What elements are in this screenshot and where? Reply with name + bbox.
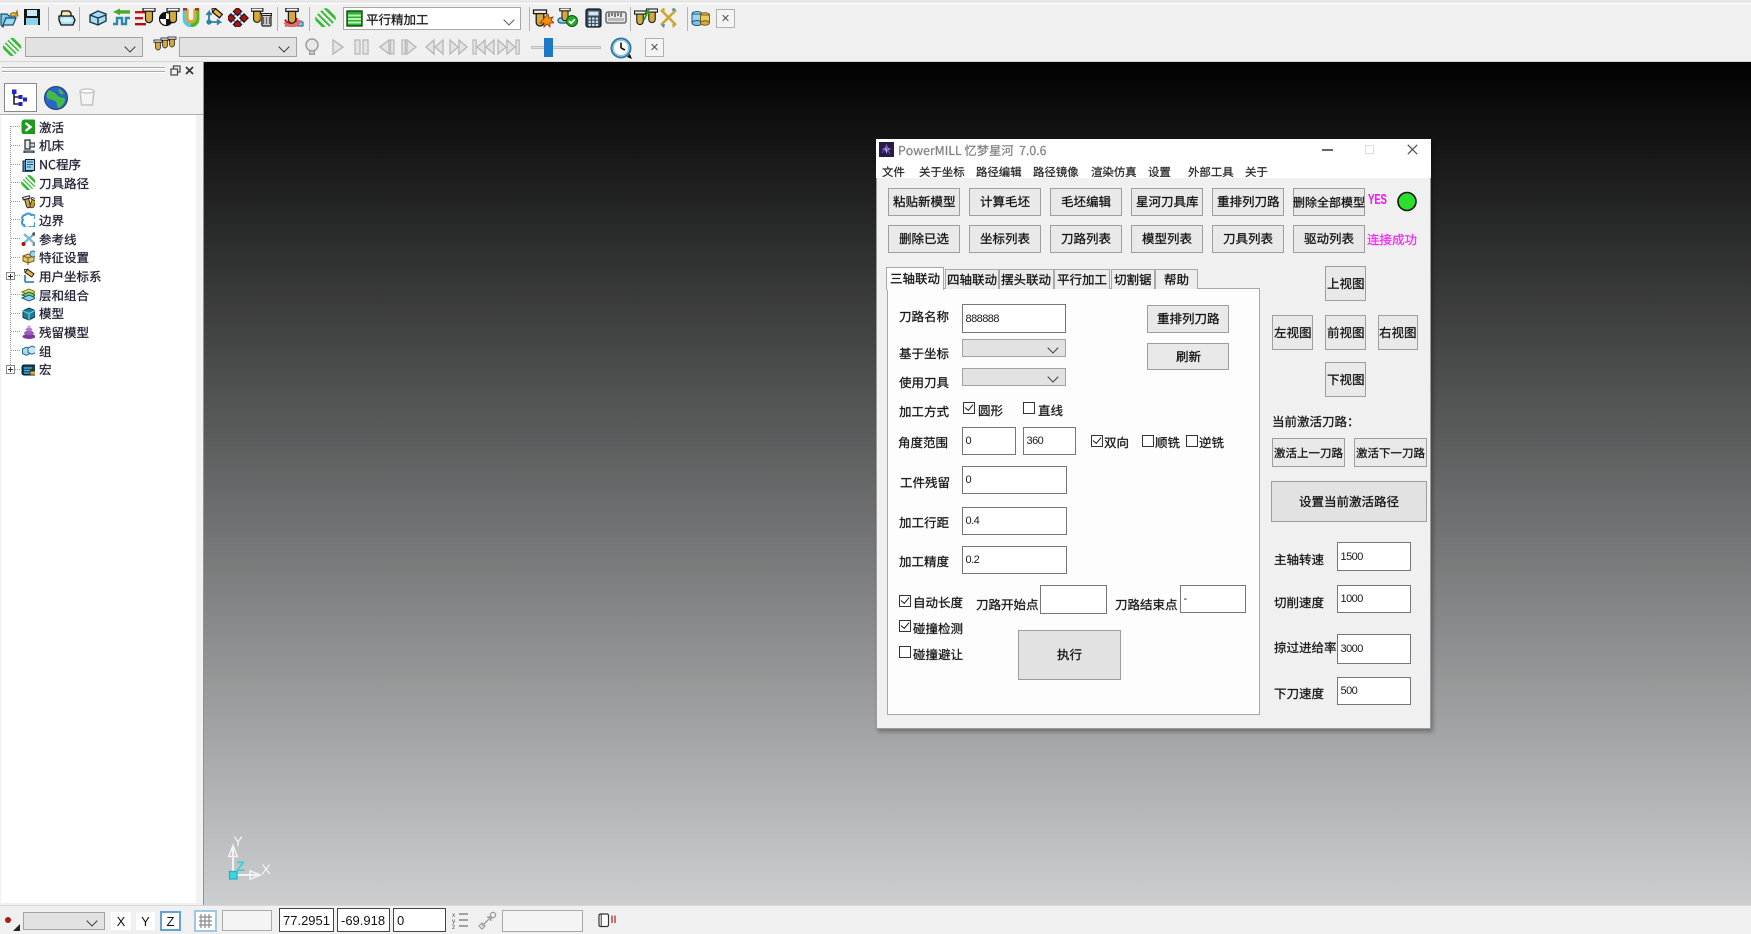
svg-text:X: X: [261, 861, 271, 877]
svg-text:Y: Y: [233, 833, 243, 849]
svg-text:Z: Z: [236, 859, 244, 874]
svg-text:z: z: [452, 924, 455, 930]
